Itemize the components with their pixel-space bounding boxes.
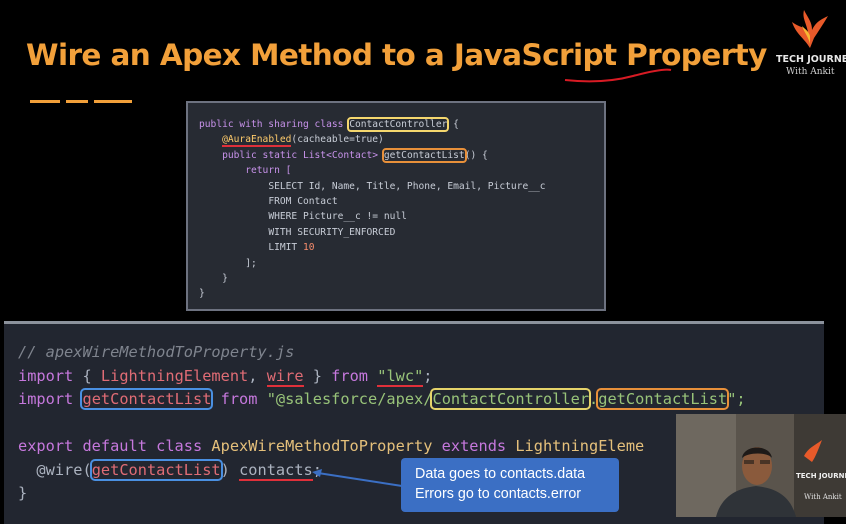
callout-arrow — [312, 469, 403, 487]
get-contact-list-import: getContactList — [80, 388, 214, 410]
js-file-comment: // apexWireMethodToProperty.js — [18, 343, 295, 361]
webcam-logo-subtitle: With Ankit — [804, 493, 842, 501]
logo-subtitle: With Ankit — [786, 67, 835, 77]
callout-error-line: Errors go to contacts.error — [415, 486, 582, 502]
apex-line1-pre: public with sharing class — [199, 119, 350, 130]
contact-controller-path: ContactController — [430, 388, 592, 410]
presenter-webcam: TECH JOURNEY With Ankit — [676, 414, 846, 517]
apex-line3-pre: public static List<Contact> — [222, 149, 384, 161]
contacts-callout: Data goes to contacts.data Errors go to … — [401, 458, 619, 512]
get-contact-list-path: getContactList — [596, 388, 730, 410]
logo-name: TECH JOURNEY — [776, 54, 846, 65]
contacts-property: contacts — [239, 460, 313, 481]
get-contact-list-method: getContactList — [381, 147, 467, 163]
callout-data-line: Data goes to contacts.data — [415, 466, 586, 482]
webcam-logo-name: TECH JOURNEY — [796, 472, 846, 480]
aura-enabled-annotation: @AuraEnabled — [222, 134, 292, 148]
phoenix-icon — [792, 10, 828, 48]
tech-journey-logo: TECH JOURNEY With Ankit — [776, 8, 846, 78]
wire-adapter-arg: getContactList — [89, 458, 223, 481]
apex-code: public with sharing class ContactControl… — [199, 117, 546, 300]
title-underline-scribble — [564, 68, 672, 83]
presenter-video-icon — [676, 414, 846, 517]
apex-code-panel: public with sharing class ContactControl… — [186, 101, 606, 311]
wire-import: wire — [266, 366, 304, 387]
contact-controller-class-name: ContactController — [347, 117, 450, 132]
